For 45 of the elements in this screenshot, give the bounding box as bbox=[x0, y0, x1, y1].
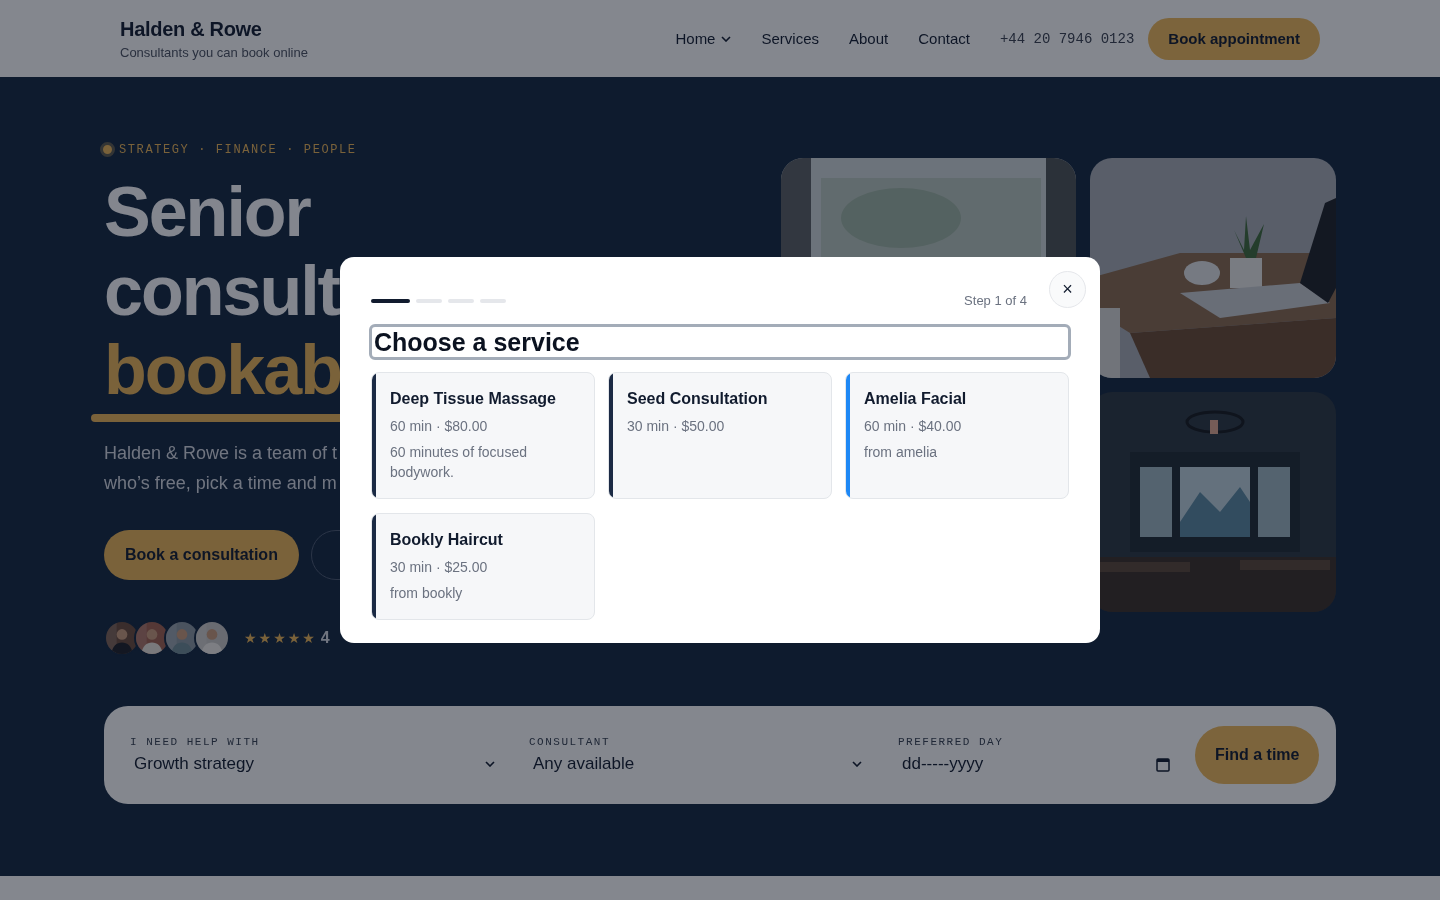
close-button[interactable]: × bbox=[1049, 271, 1086, 308]
field-label: CONSULTANT bbox=[529, 736, 611, 748]
field-label: I NEED HELP WITH bbox=[130, 736, 261, 748]
dialog-heading: Choose a service bbox=[369, 324, 1071, 360]
star-icon: ★ bbox=[273, 630, 286, 646]
nav-link[interactable]: Home bbox=[675, 30, 732, 47]
service-meta: 60 min · $80.00 bbox=[390, 417, 489, 436]
star-icon: ★ bbox=[287, 630, 301, 646]
hero-title-accent: bookab bbox=[104, 331, 341, 410]
select-field[interactable]: Growth strategy bbox=[134, 754, 254, 774]
hero-title: Senior bbox=[104, 173, 310, 252]
step-indicator: Step 1 of 4 bbox=[964, 293, 1027, 308]
star-icon: ★ bbox=[302, 630, 315, 646]
nav-link[interactable]: Contact bbox=[918, 30, 970, 47]
service-name: Seed Consultation bbox=[627, 390, 768, 408]
star-icon: ★ bbox=[244, 630, 257, 646]
nav-link[interactable]: About bbox=[849, 30, 889, 47]
field-label: PREFERRED DAY bbox=[898, 736, 1005, 748]
book-consultation-button[interactable]: Book a consultation bbox=[104, 530, 299, 580]
hero-title: consult bbox=[104, 252, 339, 331]
service-card[interactable]: Amelia Facial 60 min · $40.00 from amelia bbox=[845, 372, 1069, 499]
phone-number: +44 20 7946 0123 bbox=[999, 30, 1135, 47]
service-note: from bookly bbox=[390, 584, 464, 603]
date-field[interactable]: dd-----yyyy bbox=[902, 754, 984, 774]
service-card[interactable]: Seed Consultation 30 min · $50.00 bbox=[608, 372, 832, 499]
service-name: Amelia Facial bbox=[864, 390, 967, 408]
brand-tagline: Consultants you can book online bbox=[120, 44, 308, 60]
brand-name[interactable]: Halden & Rowe bbox=[120, 17, 308, 41]
service-card[interactable]: Bookly Haircut 30 min · $25.00 from bookly bbox=[371, 513, 595, 620]
service-meta: 60 min · $40.00 bbox=[864, 417, 963, 436]
service-note: 60 minutes of focused bodywork. bbox=[390, 443, 528, 482]
select-field[interactable]: Any available bbox=[533, 754, 635, 774]
service-note: from amelia bbox=[864, 443, 939, 462]
service-name: Deep Tissue Massage bbox=[390, 390, 557, 408]
find-time-button[interactable]: Find a time bbox=[1195, 726, 1320, 784]
service-card[interactable]: Deep Tissue Massage 60 min · $80.00 60 minutes of focused bodywork. bbox=[371, 372, 595, 499]
book-appointment-button[interactable]: Book appointment bbox=[1148, 17, 1320, 60]
rating-score: 4 bbox=[320, 629, 330, 647]
nav-link[interactable]: Services bbox=[761, 30, 819, 47]
star-icon: ★ bbox=[258, 630, 272, 646]
service-name: Bookly Haircut bbox=[390, 531, 503, 549]
hero-intro: Halden & Rowe is a team of t who’s free, pick a time and m bbox=[104, 442, 338, 495]
service-meta: 30 min · $50.00 bbox=[627, 417, 726, 436]
service-meta: 30 min · $25.00 bbox=[390, 558, 489, 577]
eyebrow-text: STRATEGY · FINANCE · PEOPLE bbox=[119, 142, 357, 157]
